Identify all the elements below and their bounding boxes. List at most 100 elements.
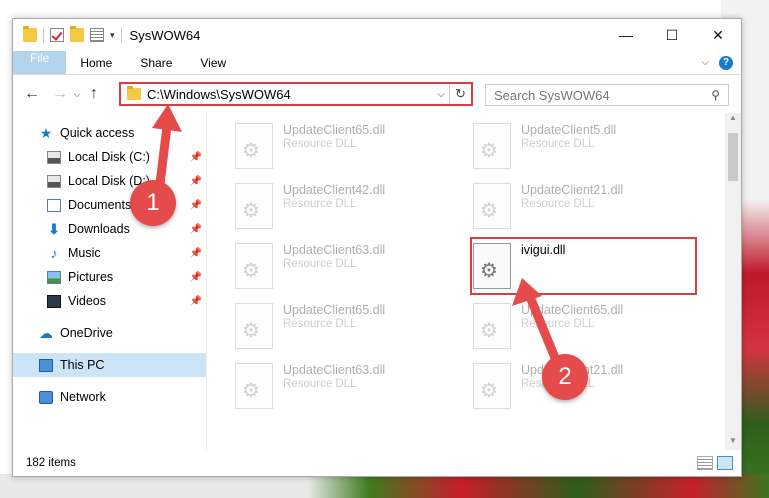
properties-icon[interactable] xyxy=(90,28,104,42)
scroll-up-chevron-icon[interactable]: ▲ xyxy=(725,113,741,127)
title-bar: ▾ SysWOW64 — ☐ ✕ xyxy=(13,19,741,51)
large-icons-view-icon[interactable] xyxy=(717,456,733,470)
tab-home[interactable]: Home xyxy=(66,51,126,74)
pin-icon[interactable]: 📌 xyxy=(190,200,202,211)
back-arrow-icon[interactable]: ← xyxy=(21,85,43,103)
dll-file-gear-icon xyxy=(235,303,273,349)
sidebar-item-onedrive[interactable]: ☁ OneDrive xyxy=(13,321,206,345)
file-item[interactable]: UpdateClient63.dllResource DLL xyxy=(235,237,473,297)
onedrive-cloud-icon: ☁ xyxy=(39,324,53,341)
minimize-button[interactable]: — xyxy=(603,19,649,51)
toolbar-divider xyxy=(120,27,122,43)
sidebar-item-label: Music xyxy=(68,246,101,260)
search-placeholder: Search SysWOW64 xyxy=(494,87,610,103)
sidebar-item-downloads[interactable]: ⬇ Downloads 📌 xyxy=(13,217,206,241)
file-item[interactable]: UpdateClient42.dllResource DLL xyxy=(235,177,473,237)
sidebar-item-quick-access[interactable]: ★ Quick access xyxy=(13,121,206,145)
sidebar-item-label: Videos xyxy=(68,294,106,308)
sidebar-item-local-disk-c[interactable]: Local Disk (C:) 📌 xyxy=(13,145,206,169)
search-input[interactable]: Search SysWOW64 ⚲ xyxy=(485,84,729,106)
highlight-box xyxy=(470,237,697,295)
desktop-wallpaper-bottom xyxy=(0,474,769,498)
status-bar: 182 items xyxy=(13,450,741,476)
tab-view[interactable]: View xyxy=(186,51,240,74)
item-count: 182 items xyxy=(26,457,76,469)
new-folder-icon[interactable] xyxy=(70,26,84,42)
file-name: UpdateClient21.dll xyxy=(521,183,624,197)
drive-icon xyxy=(47,174,61,188)
star-icon: ★ xyxy=(39,124,53,141)
tab-share[interactable]: Share xyxy=(126,51,186,74)
computer-icon xyxy=(39,358,53,372)
forward-arrow-icon[interactable]: → xyxy=(49,85,71,103)
address-path[interactable]: C:\Windows\SysWOW64 xyxy=(147,87,291,102)
file-type: Resource DLL xyxy=(283,378,357,390)
maximize-button[interactable]: ☐ xyxy=(649,19,695,51)
dll-file-gear-icon xyxy=(473,363,511,409)
vertical-scrollbar[interactable]: ▲ ▼ xyxy=(725,113,741,450)
expand-ribbon-chevron-icon[interactable]: ⌵ xyxy=(701,57,709,68)
file-type: Resource DLL xyxy=(283,318,357,330)
window-controls: — ☐ ✕ xyxy=(603,19,741,51)
file-name: UpdateClient42.dll xyxy=(283,183,386,197)
ribbon-tabs: File Home Share View ⌵ ? xyxy=(13,51,741,75)
up-arrow-icon[interactable]: ↑ xyxy=(83,85,105,103)
file-type: Resource DLL xyxy=(521,318,595,330)
dll-file-gear-icon xyxy=(235,183,273,229)
file-type: Resource DLL xyxy=(521,198,595,210)
scrollbar-thumb[interactable] xyxy=(728,133,738,181)
sidebar-item-label: OneDrive xyxy=(60,326,113,340)
sidebar-item-documents[interactable]: Documents 📌 xyxy=(13,193,206,217)
music-icon: ♪ xyxy=(50,244,58,261)
sidebar-item-label: Quick access xyxy=(60,126,135,140)
dll-file-gear-icon xyxy=(473,303,511,349)
pictures-icon xyxy=(47,270,61,284)
sidebar-item-videos[interactable]: Videos 📌 xyxy=(13,289,206,313)
file-item[interactable]: UpdateClient5.dllResource DLL xyxy=(473,117,711,177)
details-view-icon[interactable] xyxy=(697,456,713,470)
file-item[interactable]: UpdateClient63.dllResource DLL xyxy=(235,357,473,417)
pin-icon[interactable]: 📌 xyxy=(190,152,202,163)
dll-file-gear-icon xyxy=(473,183,511,229)
sidebar-item-this-pc[interactable]: This PC xyxy=(13,353,206,377)
file-type: Resource DLL xyxy=(283,258,357,270)
videos-icon xyxy=(47,294,61,308)
file-item[interactable]: UpdateClient65.dllResource DLL xyxy=(235,297,473,357)
sidebar-item-music[interactable]: ♪ Music 📌 xyxy=(13,241,206,265)
documents-icon xyxy=(47,198,61,212)
file-item[interactable]: UpdateClient21.dllResource DLL xyxy=(473,177,711,237)
pin-icon[interactable]: 📌 xyxy=(190,248,202,259)
drive-icon xyxy=(47,150,61,164)
recent-locations-chevron-icon[interactable]: ⌵ xyxy=(71,89,83,100)
scroll-down-chevron-icon[interactable]: ▼ xyxy=(725,436,741,450)
sidebar-item-label: This PC xyxy=(60,358,105,372)
address-dropdown-chevron-icon[interactable]: ⌵ xyxy=(437,89,445,100)
pin-icon[interactable]: 📌 xyxy=(190,272,202,283)
file-item[interactable]: UpdateClient65.dllResource DLL xyxy=(235,117,473,177)
file-item[interactable]: UpdateClient21.dllResource DLL xyxy=(473,357,711,417)
file-item[interactable]: UpdateClient65.dllResource DLL xyxy=(473,297,711,357)
sidebar-item-local-disk-d[interactable]: Local Disk (D:) 📌 xyxy=(13,169,206,193)
search-icon[interactable]: ⚲ xyxy=(711,88,720,102)
network-icon xyxy=(39,390,53,404)
close-button[interactable]: ✕ xyxy=(695,19,741,51)
tab-file[interactable]: File xyxy=(13,51,67,74)
file-type: Resource DLL xyxy=(283,198,357,210)
properties-check-icon[interactable] xyxy=(50,28,64,42)
address-bar[interactable]: C:\Windows\SysWOW64 ⌵ ↻ xyxy=(119,82,473,106)
folder-icon xyxy=(127,86,141,100)
dll-file-gear-icon xyxy=(235,363,273,409)
pin-icon[interactable]: 📌 xyxy=(190,224,202,235)
dll-file-gear-icon xyxy=(235,123,273,169)
customize-toolbar-chevron-icon[interactable]: ▾ xyxy=(110,30,115,41)
file-name: UpdateClient65.dll xyxy=(283,123,386,137)
sidebar-item-network[interactable]: Network xyxy=(13,385,206,409)
sidebar-item-label: Documents xyxy=(68,198,132,212)
refresh-button[interactable]: ↻ xyxy=(449,84,471,104)
sidebar-item-pictures[interactable]: Pictures 📌 xyxy=(13,265,206,289)
pin-icon[interactable]: 📌 xyxy=(190,176,202,187)
help-icon[interactable]: ? xyxy=(719,55,733,70)
pin-icon[interactable]: 📌 xyxy=(190,296,202,307)
